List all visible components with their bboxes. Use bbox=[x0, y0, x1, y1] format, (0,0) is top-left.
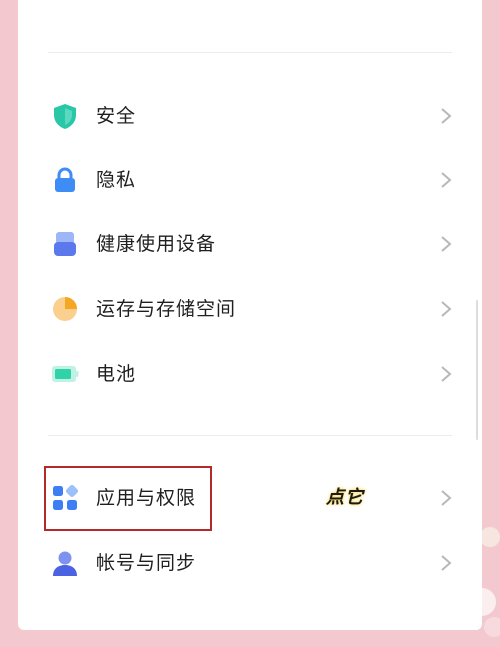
settings-item-label: 电池 bbox=[96, 363, 137, 385]
settings-item-label: 安全 bbox=[96, 105, 137, 127]
chevron-right-icon bbox=[441, 490, 452, 506]
chevron-right-icon bbox=[441, 555, 452, 571]
settings-item-label: 健康使用设备 bbox=[96, 233, 217, 255]
annotation-tap-here: 点它 bbox=[326, 487, 364, 508]
chevron-right-icon bbox=[441, 236, 452, 252]
section-divider bbox=[48, 435, 452, 436]
lock-icon bbox=[55, 167, 75, 192]
settings-item-account-sync[interactable]: 帐号与同步 bbox=[18, 535, 482, 591]
settings-item-security[interactable]: 安全 bbox=[18, 88, 482, 144]
settings-item-battery[interactable]: 电池 bbox=[18, 346, 482, 402]
scrollbar[interactable] bbox=[476, 300, 478, 440]
top-divider bbox=[48, 52, 452, 53]
settings-item-label: 隐私 bbox=[96, 169, 137, 191]
highlight-box bbox=[44, 466, 212, 531]
settings-panel: 安全 隐私 健康使用设备 运存与存储空间 电池 应用与权限 帐号与同步 点它 bbox=[18, 0, 482, 630]
chevron-right-icon bbox=[441, 366, 452, 382]
account-icon bbox=[53, 551, 77, 576]
battery-icon bbox=[52, 366, 79, 382]
settings-item-device-usage[interactable]: 健康使用设备 bbox=[18, 216, 482, 272]
storage-pie-icon bbox=[53, 297, 77, 321]
device-usage-icon bbox=[54, 232, 76, 256]
settings-item-storage[interactable]: 运存与存储空间 bbox=[18, 281, 482, 337]
settings-item-privacy[interactable]: 隐私 bbox=[18, 152, 482, 208]
chevron-right-icon bbox=[441, 172, 452, 188]
chevron-right-icon bbox=[441, 108, 452, 124]
settings-item-label: 帐号与同步 bbox=[96, 552, 197, 574]
settings-item-label: 运存与存储空间 bbox=[96, 298, 237, 320]
chevron-right-icon bbox=[441, 301, 452, 317]
shield-icon bbox=[54, 104, 76, 129]
